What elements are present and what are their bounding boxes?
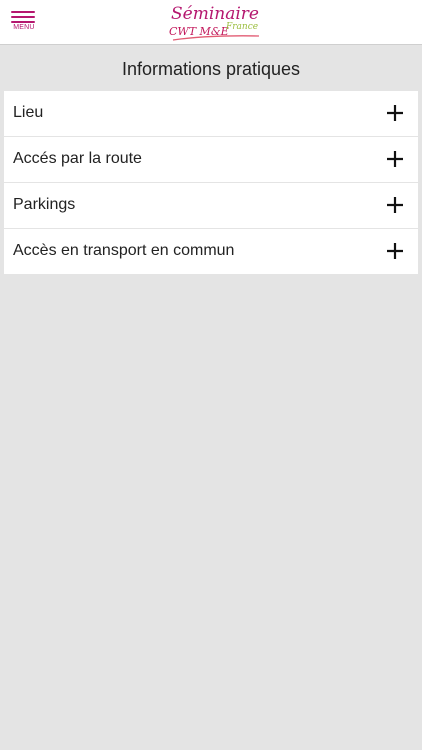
plus-icon (387, 197, 403, 213)
menu-button[interactable]: MENU (9, 11, 39, 33)
accordion-item-label: Accès en transport en commun (13, 242, 235, 259)
info-accordion-list: Lieu Accés par la route Parkings Accès e… (4, 91, 418, 274)
accordion-item-label: Lieu (13, 104, 44, 121)
plus-icon (387, 151, 403, 167)
accordion-item-transport-commun[interactable]: Accès en transport en commun (4, 229, 418, 274)
accordion-item-lieu[interactable]: Lieu (4, 91, 418, 136)
accordion-item-label: Parkings (13, 196, 76, 213)
accordion-item-parkings[interactable]: Parkings (4, 183, 418, 228)
page-title: Informations pratiques (121, 59, 301, 79)
svg-text:France: France (225, 22, 258, 32)
accordion-item-acces-route[interactable]: Accés par la route (4, 137, 418, 182)
accordion-item-label: Accés par la route (13, 150, 142, 167)
menu-label: MENU (13, 24, 35, 31)
seminaire-logo: Séminaire CWT M&E France (169, 4, 260, 41)
svg-text:Séminaire: Séminaire (171, 4, 259, 24)
plus-icon (387, 243, 403, 259)
app-header: MENU Séminaire CWT M&E France (0, 0, 422, 45)
plus-icon (387, 105, 403, 121)
